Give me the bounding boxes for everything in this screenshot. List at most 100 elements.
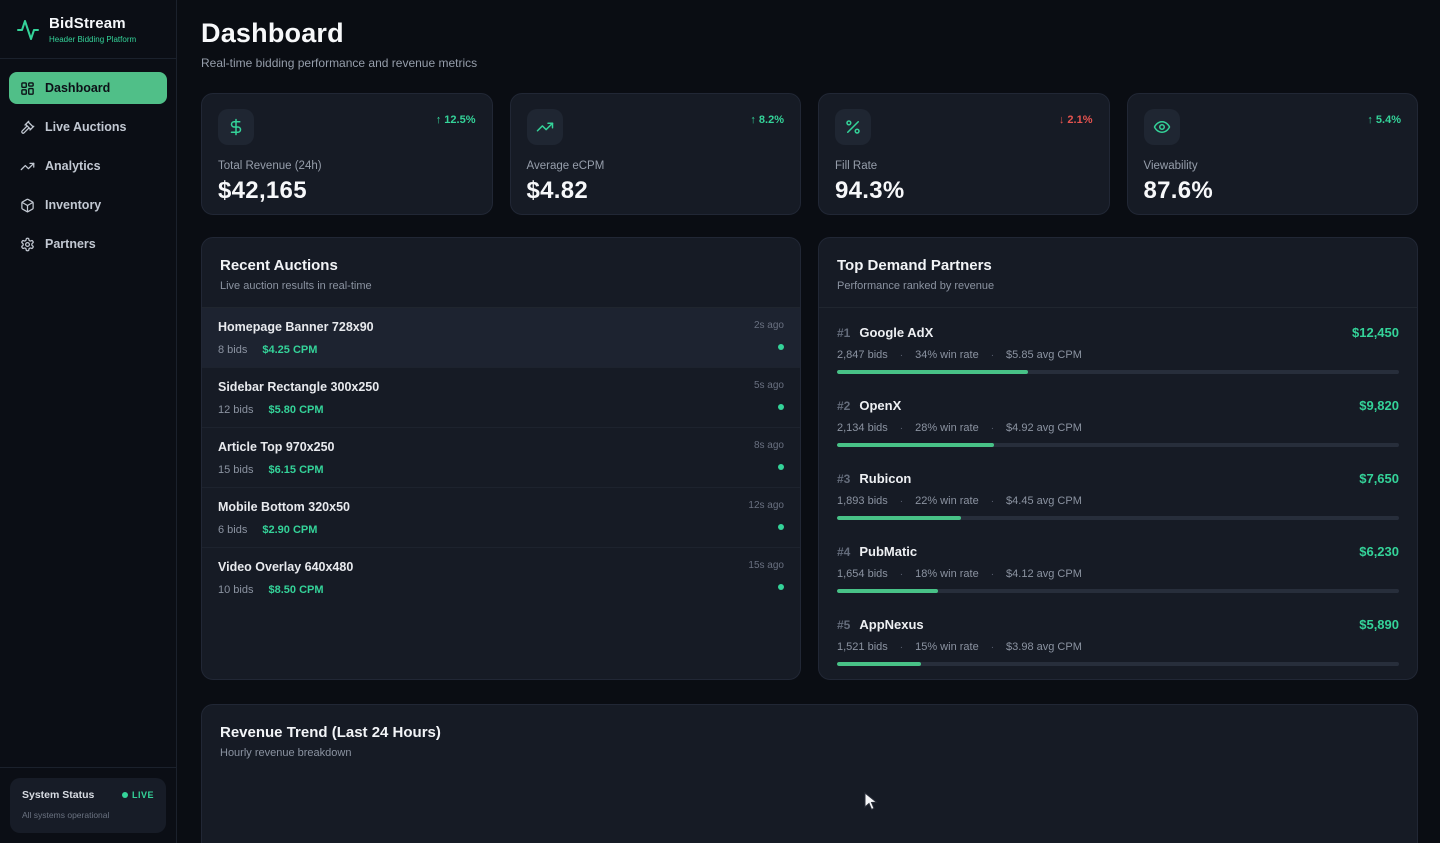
sidebar-item-analytics[interactable]: Analytics xyxy=(9,150,167,182)
dot-separator: · xyxy=(899,349,904,361)
auction-name: Sidebar Rectangle 300x250 xyxy=(218,380,380,394)
win-rate-bar-track xyxy=(837,443,1399,447)
stat-card-fill-rate: ↓ 2.1% Fill Rate 94.3% xyxy=(818,93,1110,215)
win-rate-bar-fill xyxy=(837,443,995,447)
partner-rank: #2 xyxy=(837,399,851,413)
win-rate-bar-track xyxy=(837,370,1399,374)
percent-icon xyxy=(835,109,871,145)
live-dot-icon xyxy=(778,464,784,470)
brand: BidStream Header Bidding Platform xyxy=(0,0,176,59)
system-status-subtitle: All systems operational xyxy=(22,810,110,820)
partner-revenue: $12,450 xyxy=(1352,325,1399,340)
partner-win-rate: 18% win rate xyxy=(915,568,979,580)
partner-row[interactable]: #4 PubMatic $6,230 1,654 bids · 18% win … xyxy=(819,533,1417,606)
trend-arrow-icon: ↓ xyxy=(1058,114,1065,126)
win-rate-bar-track xyxy=(837,516,1399,520)
partner-revenue: $9,820 xyxy=(1359,398,1399,413)
dot-separator: · xyxy=(899,568,904,580)
win-rate-bar-fill xyxy=(837,662,922,666)
partner-row[interactable]: #1 Google AdX $12,450 2,847 bids · 34% w… xyxy=(819,314,1417,387)
auction-row[interactable]: Article Top 970x250 15 bids $6.15 CPM 8s… xyxy=(202,428,800,488)
dot-separator: · xyxy=(990,495,995,507)
panel-subtitle: Performance ranked by revenue xyxy=(837,280,995,292)
partner-name: Google AdX xyxy=(859,325,934,340)
partner-bids: 2,847 bids xyxy=(837,349,888,361)
partner-row[interactable]: #3 Rubicon $7,650 1,893 bids · 22% win r… xyxy=(819,460,1417,533)
live-dot-icon xyxy=(778,344,784,350)
auction-bids: 8 bids xyxy=(218,344,248,356)
sidebar-item-label: Inventory xyxy=(45,198,102,212)
partner-name: PubMatic xyxy=(859,544,918,559)
live-dot-icon xyxy=(778,404,784,410)
layout-dashboard-icon xyxy=(20,81,35,96)
sidebar-item-inventory[interactable]: Inventory xyxy=(9,189,167,221)
system-status-title: System Status xyxy=(22,789,95,801)
sidebar-item-label: Partners xyxy=(45,237,96,251)
auction-bids: 6 bids xyxy=(218,524,248,536)
auction-row[interactable]: Sidebar Rectangle 300x250 12 bids $5.80 … xyxy=(202,368,800,428)
sidebar-item-partners[interactable]: Partners xyxy=(9,228,167,260)
auction-time: 15s ago xyxy=(748,560,784,571)
stat-value: $4.82 xyxy=(526,177,589,204)
auction-time: 5s ago xyxy=(753,380,784,391)
live-dot-icon xyxy=(121,792,128,798)
dot-separator: · xyxy=(990,641,995,653)
trending-up-icon xyxy=(526,109,563,145)
panel-title: Recent Auctions xyxy=(220,257,338,274)
dot-separator: · xyxy=(899,422,904,434)
sidebar-item-label: Dashboard xyxy=(45,81,111,95)
top-demand-partners-panel: Top Demand Partners Performance ranked b… xyxy=(818,237,1418,680)
partner-rank: #5 xyxy=(837,618,851,632)
auction-list: Homepage Banner 728x90 8 bids $4.25 CPM … xyxy=(202,308,800,607)
live-dot-icon xyxy=(778,584,784,590)
sidebar-item-dashboard[interactable]: Dashboard xyxy=(9,72,167,104)
change-badge: ↑ 8.2% xyxy=(750,114,784,126)
activity-logo-icon xyxy=(16,18,40,42)
app-root: BidStream Header Bidding Platform Dashbo… xyxy=(0,0,1440,843)
page-title: Dashboard xyxy=(201,18,344,48)
dot-separator: · xyxy=(990,422,995,434)
auction-time: 2s ago xyxy=(753,320,784,331)
partner-revenue: $7,650 xyxy=(1359,471,1399,486)
sidebar-item-live-auctions[interactable]: Live Auctions xyxy=(9,111,167,143)
partner-name: OpenX xyxy=(859,398,902,413)
win-rate-bar-fill xyxy=(837,516,961,520)
auction-time: 8s ago xyxy=(753,440,784,451)
auction-row[interactable]: Mobile Bottom 320x50 6 bids $2.90 CPM 12… xyxy=(202,488,800,548)
stat-value: 94.3% xyxy=(835,177,905,204)
stat-value: 87.6% xyxy=(1143,177,1214,204)
revenue-chart-area xyxy=(202,774,1417,843)
mouse-cursor xyxy=(864,792,878,811)
partner-avg-cpm: $4.45 avg CPM xyxy=(1006,495,1082,507)
recent-auctions-panel: Recent Auctions Live auction results in … xyxy=(201,237,801,680)
trend-arrow-icon: ↑ xyxy=(1367,114,1373,126)
win-rate-bar-fill xyxy=(837,370,1029,374)
partner-row[interactable]: #2 OpenX $9,820 2,134 bids · 28% win rat… xyxy=(819,387,1417,460)
stat-label: Fill Rate xyxy=(835,160,878,172)
partner-rank: #4 xyxy=(837,545,851,559)
revenue-trend-panel: Revenue Trend (Last 24 Hours) Hourly rev… xyxy=(201,704,1418,843)
brand-text: BidStream Header Bidding Platform xyxy=(49,15,136,44)
change-badge: ↓ 2.1% xyxy=(1059,114,1093,126)
auction-cpm: $6.15 CPM xyxy=(268,464,324,476)
change-value: 8.2% xyxy=(758,114,784,126)
panels-row: Recent Auctions Live auction results in … xyxy=(201,237,1418,680)
sidebar: BidStream Header Bidding Platform Dashbo… xyxy=(0,0,177,843)
partner-row[interactable]: #5 AppNexus $5,890 1,521 bids · 15% win … xyxy=(819,606,1417,679)
stat-value: $42,165 xyxy=(218,177,307,204)
panel-subtitle: Hourly revenue breakdown xyxy=(220,747,352,759)
auction-row[interactable]: Video Overlay 640x480 10 bids $8.50 CPM … xyxy=(202,548,800,607)
stat-label: Viewability xyxy=(1143,160,1198,172)
partner-revenue: $6,230 xyxy=(1359,544,1399,559)
partner-name: Rubicon xyxy=(859,471,912,486)
partner-avg-cpm: $5.85 avg CPM xyxy=(1006,349,1082,361)
auction-name: Homepage Banner 728x90 xyxy=(218,320,374,334)
trend-arrow-icon: ↑ xyxy=(750,114,756,126)
page-subtitle: Real-time bidding performance and revenu… xyxy=(201,56,478,70)
auction-row[interactable]: Homepage Banner 728x90 8 bids $4.25 CPM … xyxy=(202,308,800,368)
partner-win-rate: 22% win rate xyxy=(915,495,979,507)
stats-row: ↑ 12.5% Total Revenue (24h) $42,165 ↑ 8.… xyxy=(201,93,1418,215)
page-header: Dashboard Real-time bidding performance … xyxy=(201,18,1418,70)
sidebar-nav: Dashboard Live Auctions Analytics Invent… xyxy=(0,59,176,273)
stat-card-total-revenue: ↑ 12.5% Total Revenue (24h) $42,165 xyxy=(201,93,493,215)
